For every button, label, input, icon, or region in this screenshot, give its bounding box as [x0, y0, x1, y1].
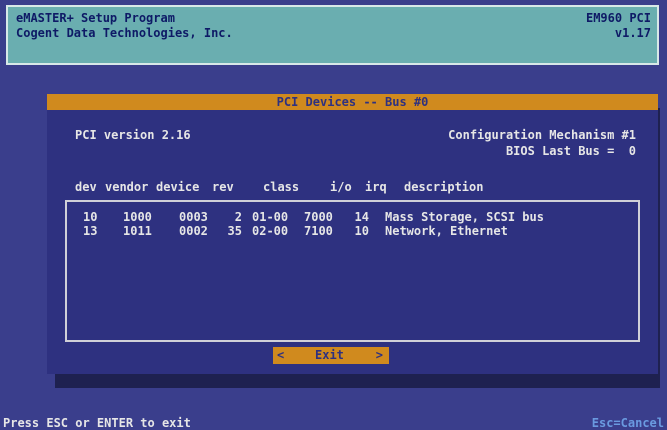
cell-irq: 10	[354, 224, 369, 238]
column-header-class: class	[263, 180, 300, 194]
company-name: Cogent Data Technologies, Inc.	[16, 26, 233, 40]
product-name: EM960 PCI	[585, 11, 651, 25]
top-header: eMASTER+ Setup Program Cogent Data Techn…	[6, 5, 659, 65]
column-header-dev: dev	[75, 180, 97, 194]
cell-io: 7000	[304, 210, 333, 224]
cell-vendor: 1000	[123, 210, 152, 224]
exit-button-label: Exit	[315, 348, 344, 362]
cell-class: 02-00	[252, 224, 289, 238]
exit-button[interactable]: < Exit >	[273, 347, 389, 364]
config-mechanism: Configuration Mechanism #1	[448, 128, 636, 142]
column-header-irq: irq	[365, 180, 387, 194]
cell-description: Network, Ethernet	[385, 224, 508, 238]
status-bar: Press ESC or ENTER to exit Esc=Cancel	[0, 416, 667, 430]
cell-description: Mass Storage, SCSI bus	[385, 210, 544, 224]
bios-last-bus: BIOS Last Bus = 0	[505, 144, 636, 158]
status-hint: Press ESC or ENTER to exit	[3, 416, 191, 430]
cell-dev: 13	[83, 224, 98, 238]
cell-class: 01-00	[252, 210, 289, 224]
column-header-rev: rev	[212, 180, 234, 194]
cell-rev: 2	[234, 210, 242, 224]
device-list[interactable]: 10 1000 0003 2 01-00 7000 14 Mass Storag…	[65, 200, 640, 342]
column-header-description: description	[404, 180, 484, 194]
cell-io: 7100	[304, 224, 333, 238]
program-title: eMASTER+ Setup Program	[16, 11, 175, 25]
cell-device: 0002	[179, 224, 208, 238]
cell-irq: 14	[354, 210, 369, 224]
dialog-titlebar: PCI Devices -- Bus #0	[47, 94, 658, 110]
cell-device: 0003	[179, 210, 208, 224]
dialog-title: PCI Devices -- Bus #0	[276, 95, 429, 109]
exit-right-arrow: >	[375, 348, 383, 362]
version-label: v1.17	[614, 26, 651, 40]
cell-dev: 10	[83, 210, 98, 224]
exit-left-arrow: <	[277, 348, 285, 362]
status-shortcut[interactable]: Esc=Cancel	[592, 416, 664, 430]
pci-version: PCI version 2.16	[75, 128, 191, 142]
column-header-vendor: vendor	[105, 180, 149, 194]
cell-vendor: 1011	[123, 224, 152, 238]
cell-rev: 35	[227, 224, 242, 238]
column-header-io: i/o	[330, 180, 352, 194]
column-header-device: device	[156, 180, 200, 194]
pci-devices-dialog: PCI Devices -- Bus #0 PCI version 2.16 C…	[47, 94, 658, 374]
